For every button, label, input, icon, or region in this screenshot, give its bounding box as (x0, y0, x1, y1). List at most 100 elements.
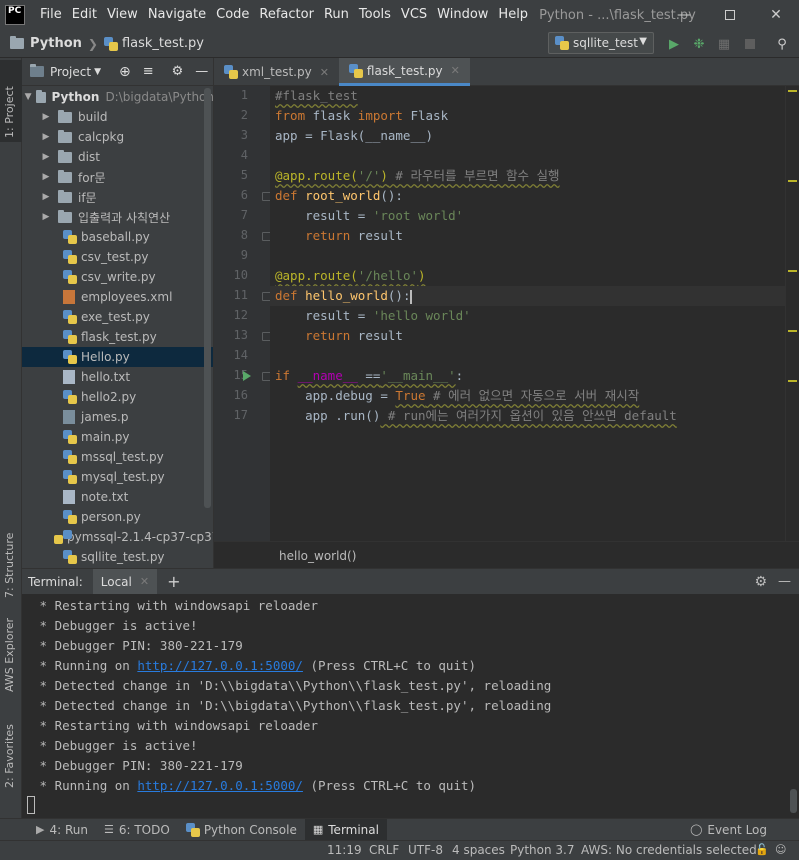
line-number[interactable]: 9 (224, 248, 248, 262)
tree-folder[interactable]: ▶ dist (22, 147, 213, 167)
tree-file[interactable]: sqllite_test.py (22, 547, 213, 567)
indent-setting[interactable]: 4 spaces (452, 843, 505, 857)
file-encoding[interactable]: UTF-8 (408, 843, 443, 857)
run-tool-button[interactable]: ▶ 4: Run (28, 819, 96, 841)
close-tab-icon[interactable]: ✕ (451, 64, 460, 77)
tab-flask-test[interactable]: flask_test.py ✕ (338, 58, 470, 86)
breadcrumb-project[interactable]: Python (10, 36, 82, 51)
gear-icon[interactable]: ⚙ (172, 64, 184, 79)
stop-button[interactable] (740, 34, 760, 54)
python-console-tool-button[interactable]: Python Console (178, 819, 305, 841)
close-tab-icon[interactable]: ✕ (320, 66, 329, 79)
caret-position[interactable]: 11:19 (327, 843, 362, 857)
code-editor[interactable]: #flask_test from flask import Flask app … (270, 86, 785, 541)
minimize-button[interactable]: — (661, 0, 707, 30)
tree-folder[interactable]: ▶ build (22, 107, 213, 127)
line-number[interactable]: 2 (224, 108, 248, 122)
collapse-all-icon[interactable]: ≡ (143, 64, 154, 79)
run-configuration-select[interactable]: sqllite_test ▼ (548, 32, 654, 54)
menu-run[interactable]: Run (319, 0, 354, 30)
warning-marker[interactable] (788, 330, 797, 332)
hide-panel-icon[interactable]: — (778, 574, 791, 589)
hide-panel-icon[interactable]: — (195, 64, 208, 79)
menu-view[interactable]: View (102, 0, 143, 30)
locate-file-icon[interactable]: ⊕ (119, 64, 131, 80)
line-number[interactable]: 16 (224, 388, 248, 402)
server-url-link[interactable]: http://127.0.0.1:5000/ (137, 658, 303, 673)
line-number[interactable]: 7 (224, 208, 248, 222)
tree-file[interactable]: csv_write.py (22, 267, 213, 287)
expand-arrow-icon[interactable]: ▶ (40, 172, 52, 182)
tree-file[interactable]: Hello.py (22, 347, 213, 367)
tree-file[interactable]: hello.txt (22, 367, 213, 387)
aws-explorer-tool-button[interactable]: AWS Explorer (3, 618, 16, 692)
server-url-link[interactable]: http://127.0.0.1:5000/ (137, 778, 303, 793)
lock-icon[interactable]: 🔓 (755, 843, 769, 856)
tree-root[interactable]: ▼ Python D:\bigdata\Python (22, 87, 213, 107)
tree-folder[interactable]: ▶ if문 (22, 187, 213, 207)
expand-arrow-icon[interactable]: ▶ (40, 132, 52, 142)
menu-help[interactable]: Help (493, 0, 533, 30)
event-log-tool-button[interactable]: ◯ Event Log (682, 819, 775, 841)
search-everywhere-button[interactable]: ⚲ (772, 34, 792, 54)
gear-icon[interactable]: ⚙ (754, 574, 767, 590)
maximize-button[interactable] (707, 0, 753, 30)
run-button[interactable]: ▶ (664, 34, 684, 54)
terminal-scrollbar[interactable] (790, 789, 797, 813)
tree-file[interactable]: flask_test.py (22, 327, 213, 347)
warning-marker[interactable] (788, 90, 797, 92)
terminal-tab-local[interactable]: Local ✕ (92, 568, 158, 595)
line-number[interactable]: 6 (224, 188, 248, 202)
menu-tools[interactable]: Tools (354, 0, 396, 30)
tree-folder[interactable]: ▶ 입출력과 사칙연산 (22, 207, 213, 227)
coverage-button[interactable]: ▦ (714, 34, 734, 54)
inspector-icon[interactable]: ☺ (775, 843, 786, 856)
python-interpreter[interactable]: Python 3.7 (510, 843, 575, 857)
expand-arrow-icon[interactable]: ▼ (24, 92, 32, 102)
tree-folder[interactable]: ▶ calcpkg (22, 127, 213, 147)
tree-file[interactable]: person.py (22, 507, 213, 527)
tree-file[interactable]: hello2.py (22, 387, 213, 407)
line-number[interactable]: 14 (224, 348, 248, 362)
structure-tool-button[interactable]: 7: Structure (3, 533, 16, 598)
expand-arrow-icon[interactable]: ▶ (40, 112, 52, 122)
line-number[interactable]: 17 (224, 408, 248, 422)
expand-arrow-icon[interactable]: ▶ (40, 152, 52, 162)
todo-tool-button[interactable]: ☰ 6: TODO (96, 819, 178, 841)
line-number[interactable]: 12 (224, 308, 248, 322)
tree-file[interactable]: mysql_test.py (22, 467, 213, 487)
tree-file[interactable]: mssql_test.py (22, 447, 213, 467)
menu-navigate[interactable]: Navigate (143, 0, 211, 30)
tree-file[interactable]: pymssql-2.1.4-cp37-cp37 (22, 527, 213, 547)
expand-arrow-icon[interactable]: ▶ (40, 192, 52, 202)
tab-xml-test[interactable]: xml_test.py ✕ (214, 58, 339, 86)
breadcrumb-file[interactable]: flask_test.py (103, 36, 204, 51)
menu-refactor[interactable]: Refactor (254, 0, 319, 30)
close-button[interactable]: ✕ (753, 0, 799, 30)
tree-file[interactable]: employees.xml (22, 287, 213, 307)
terminal-output[interactable]: * Restarting with windowsapi reloader * … (22, 594, 799, 818)
tree-file[interactable]: note.txt (22, 487, 213, 507)
tree-file[interactable]: james.p (22, 407, 213, 427)
project-scrollbar[interactable] (204, 88, 211, 508)
warning-marker[interactable] (788, 380, 797, 382)
tree-file[interactable]: exe_test.py (22, 307, 213, 327)
line-number[interactable]: 13 (224, 328, 248, 342)
line-number[interactable]: 11 (224, 288, 248, 302)
run-gutter-icon[interactable] (243, 371, 251, 381)
line-number[interactable]: 8 (224, 228, 248, 242)
menu-window[interactable]: Window (432, 0, 493, 30)
warning-marker[interactable] (788, 180, 797, 182)
expand-arrow-icon[interactable]: ▶ (40, 212, 52, 222)
tree-folder[interactable]: ▶ for문 (22, 167, 213, 187)
terminal-tool-button[interactable]: ▦ Terminal (304, 818, 387, 841)
editor-gutter[interactable]: 1 2 3 4 5 6 7 8 9 10 11 12 13 14 15 16 17 (214, 86, 271, 541)
aws-credentials[interactable]: AWS: No credentials selected (581, 843, 757, 857)
line-number[interactable]: 5 (224, 168, 248, 182)
tree-file[interactable]: main.py (22, 427, 213, 447)
function-breadcrumb[interactable]: hello_world() (279, 549, 356, 563)
menu-vcs[interactable]: VCS (396, 0, 432, 30)
warning-marker[interactable] (788, 270, 797, 272)
line-separator[interactable]: CRLF (369, 843, 399, 857)
line-number[interactable]: 10 (224, 268, 248, 282)
